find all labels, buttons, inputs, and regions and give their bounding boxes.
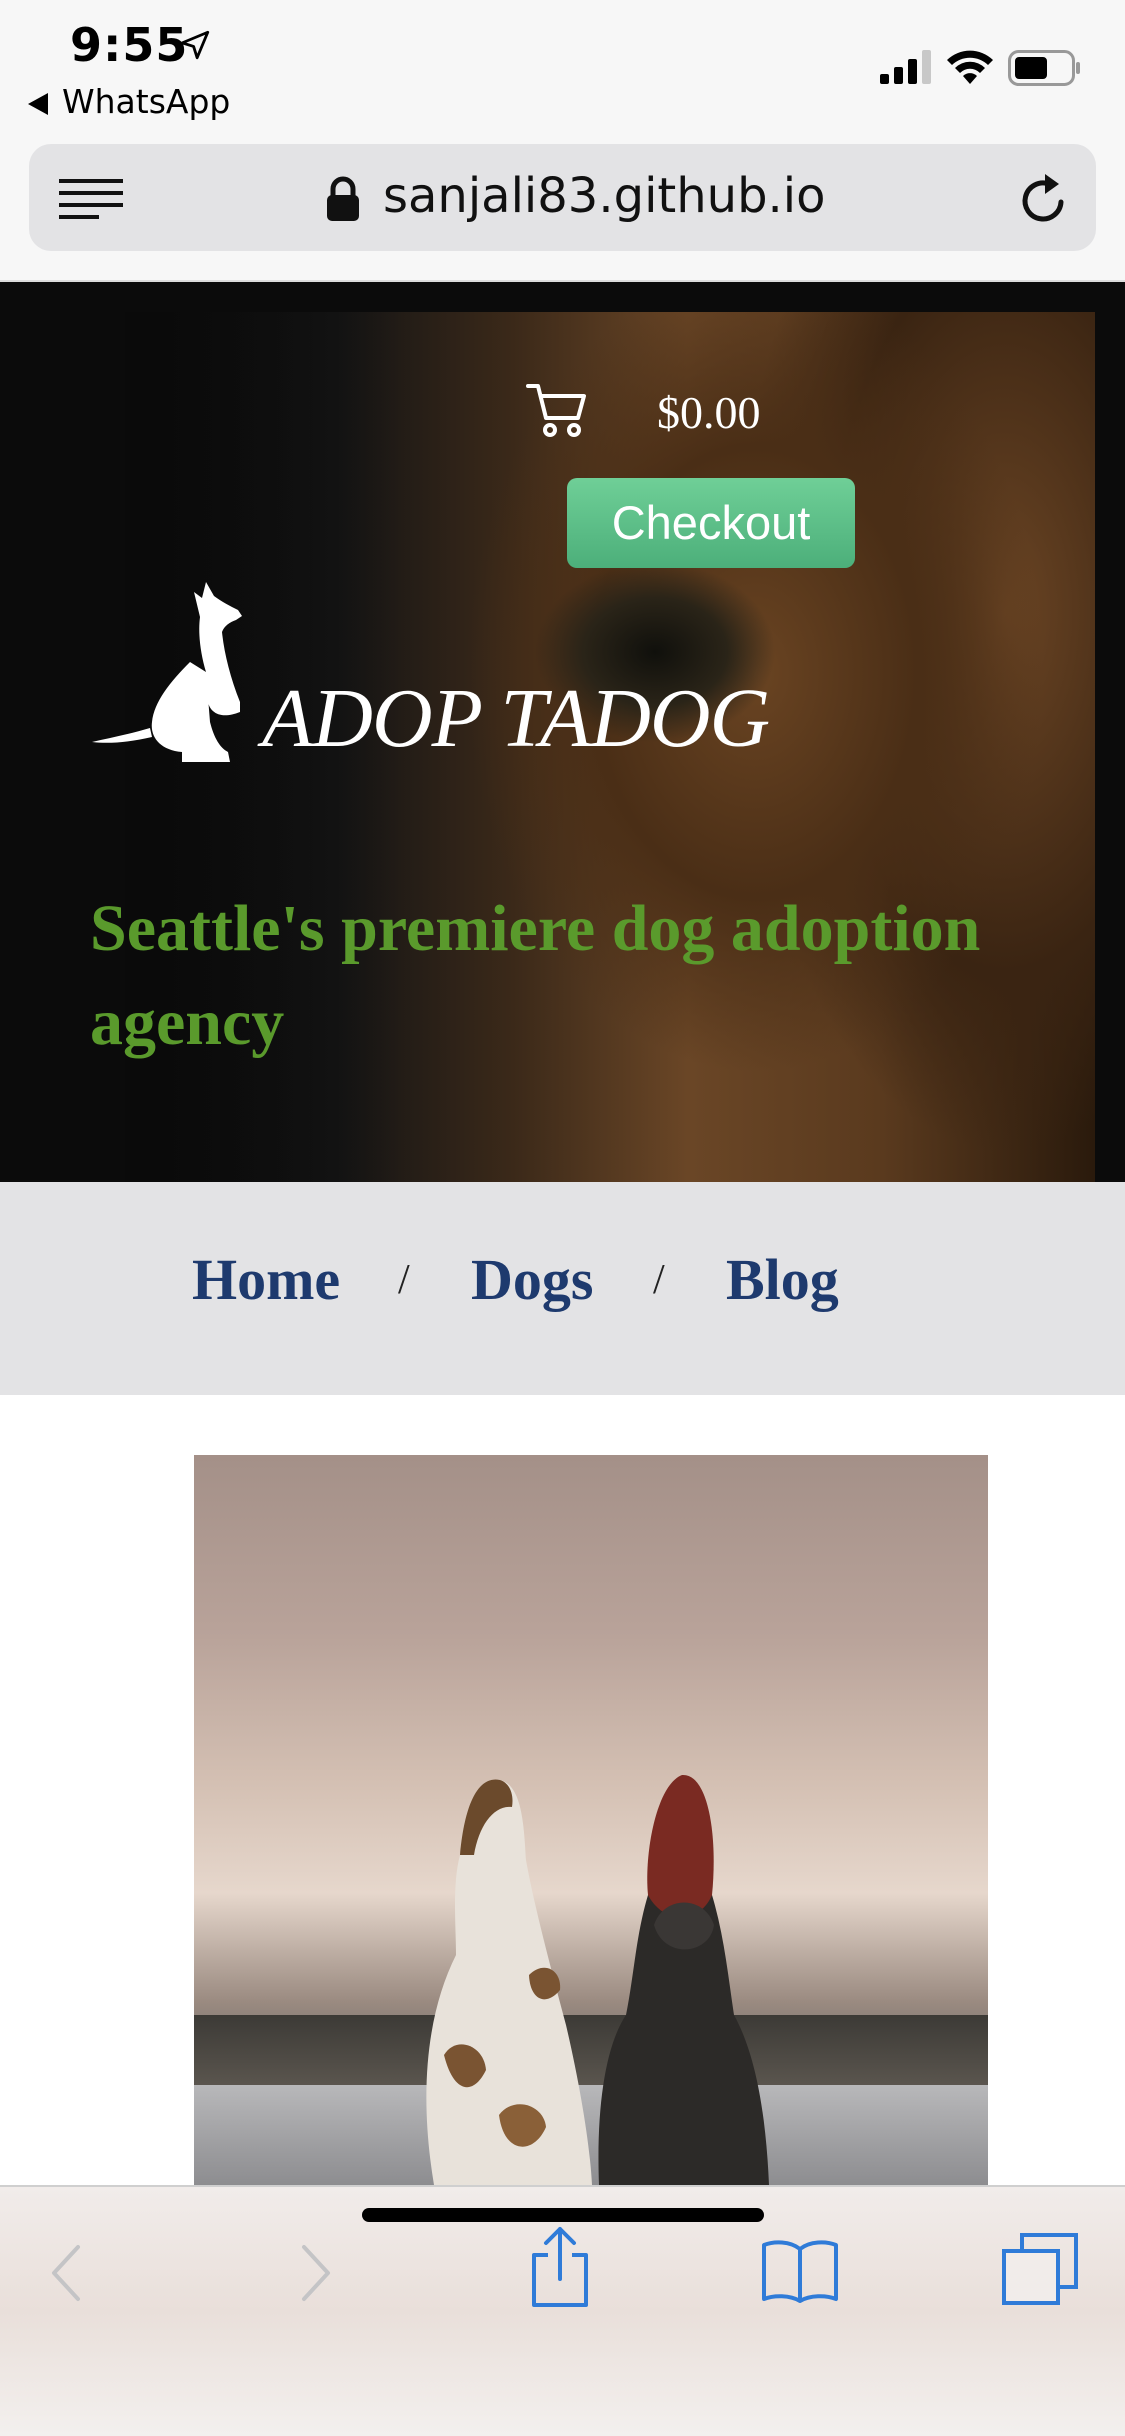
reader-menu-icon[interactable] <box>59 179 123 219</box>
lock-icon <box>327 176 359 221</box>
nav-home[interactable]: Home <box>192 1246 340 1313</box>
browser-toolbar <box>0 2185 1125 2436</box>
cart-total: $0.00 <box>657 387 761 438</box>
back-to-app-link[interactable]: WhatsApp <box>28 82 230 121</box>
nav-separator: / <box>398 1257 410 1303</box>
dog-silhouette-logo <box>92 582 242 762</box>
back-app-label: WhatsApp <box>62 82 231 121</box>
home-indicator[interactable] <box>362 2208 764 2222</box>
location-arrow-icon <box>180 30 210 60</box>
battery-icon <box>1008 50 1080 86</box>
tagline: Seattle's premiere dog adoption agency <box>90 892 981 1059</box>
nav-blog[interactable]: Blog <box>726 1246 839 1313</box>
cellular-signal-icon <box>880 50 931 84</box>
checkout-button[interactable]: Checkout <box>567 478 855 568</box>
back-triangle-icon <box>28 93 48 115</box>
tabs-icon[interactable] <box>1000 2231 1080 2307</box>
url-text[interactable]: sanjali83.github.io <box>383 168 826 224</box>
photo-figures <box>426 1774 769 2185</box>
main-nav: Home / Dogs / Blog <box>0 1182 1125 1395</box>
nav-separator: / <box>653 1257 665 1303</box>
brand-wordmark[interactable]: ADOP TADOG <box>262 670 770 767</box>
forward-arrow-icon[interactable] <box>300 2243 334 2303</box>
back-arrow-icon[interactable] <box>48 2243 82 2303</box>
reload-icon[interactable] <box>1019 172 1069 226</box>
wifi-icon <box>947 50 993 84</box>
status-bar: 9:55 WhatsApp <box>0 0 1125 130</box>
dog-and-owner-photo <box>194 1455 988 2185</box>
status-time: 9:55 <box>70 18 189 72</box>
main-content <box>0 1395 1125 2185</box>
shopping-cart-icon[interactable] <box>526 382 588 438</box>
hero-banner: $0.00 Checkout ADOP TADOG Seattle's prem… <box>0 282 1125 1182</box>
nav-dogs[interactable]: Dogs <box>471 1246 593 1313</box>
share-icon[interactable] <box>528 2225 592 2309</box>
bookmarks-icon[interactable] <box>760 2237 840 2303</box>
address-bar[interactable]: sanjali83.github.io <box>29 144 1096 251</box>
